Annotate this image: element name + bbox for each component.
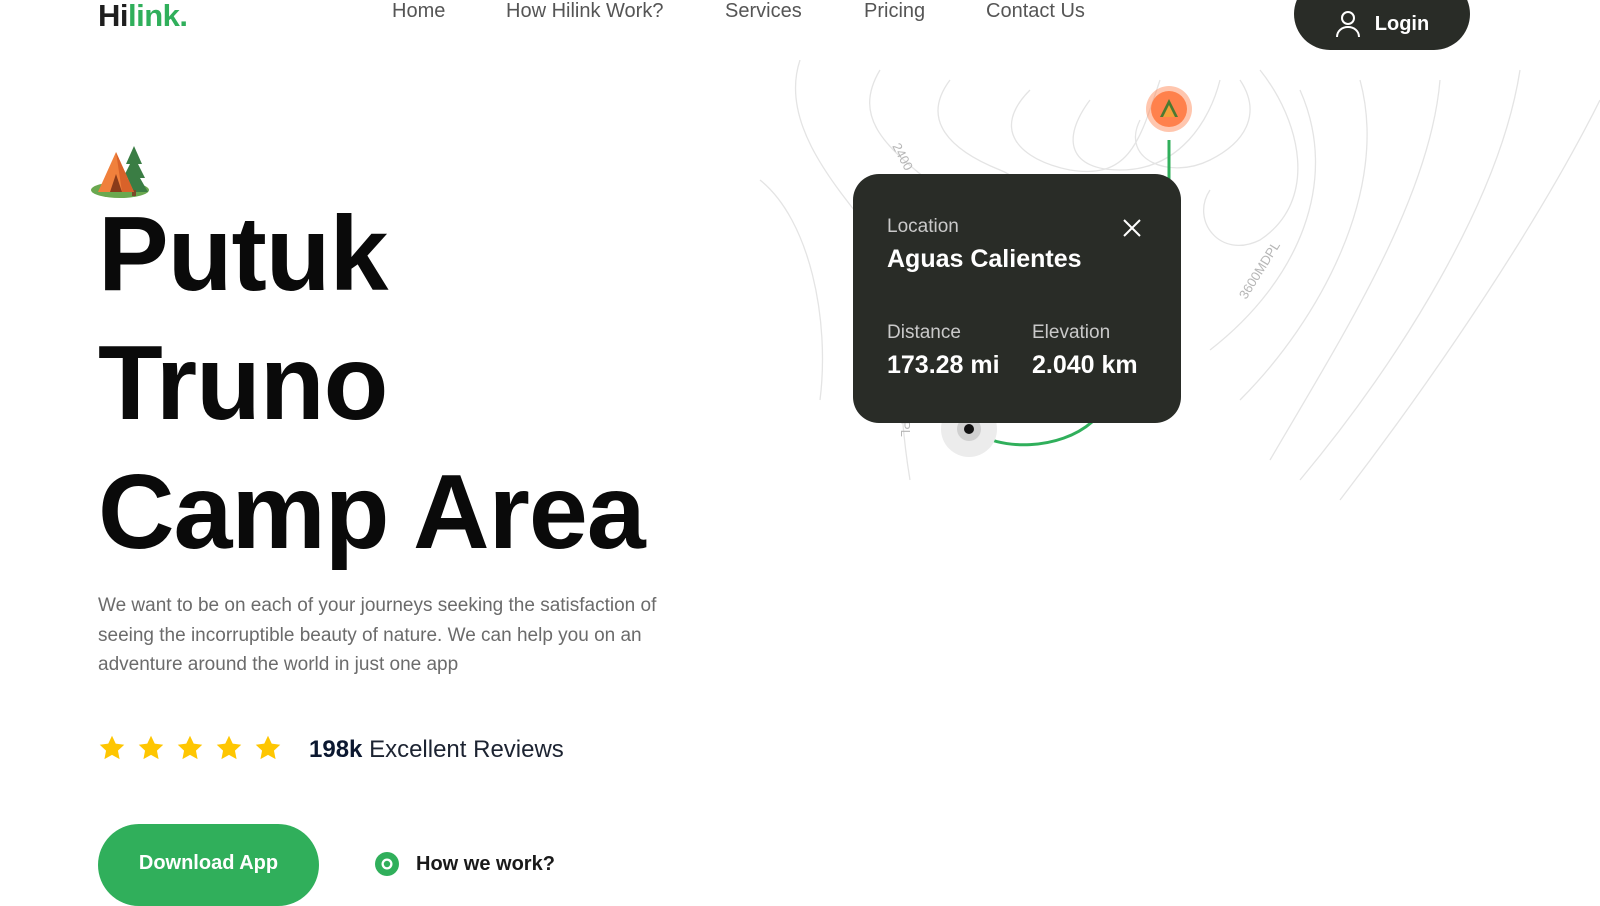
hero-description: We want to be on each of your journeys s… — [98, 595, 657, 675]
rating-stars — [98, 734, 282, 762]
reviews-count: 198k — [309, 736, 363, 763]
hero-title-line-2: Truno — [98, 324, 388, 442]
nav-pricing[interactable]: Pricing — [864, 0, 925, 23]
distance-value: 173.28 mi — [887, 351, 1000, 379]
star-icon — [216, 735, 242, 760]
nav-how-hilink-work[interactable]: How Hilink Work? — [506, 0, 663, 23]
logo-part-2: link. — [128, 0, 188, 33]
nav-home[interactable]: Home — [392, 0, 445, 23]
destination-pin-icon — [1146, 86, 1192, 132]
play-icon — [375, 852, 399, 876]
how-we-work-label: How we work? — [416, 852, 555, 875]
login-label: Login — [1374, 12, 1430, 35]
contour-label-pl: PL — [898, 421, 913, 437]
location-value: Aguas Calientes — [887, 245, 1082, 273]
how-we-work-link[interactable]: How we work? — [374, 851, 555, 877]
hero-title-line-3: Camp Area — [98, 453, 646, 571]
location-card: Location Aguas Calientes Distance 173.28… — [853, 174, 1181, 423]
star-icon — [255, 735, 281, 760]
login-button[interactable]: Login — [1294, 0, 1470, 50]
hero-title-line-1: Putuk — [98, 195, 388, 313]
user-icon — [1335, 11, 1360, 38]
star-icon — [99, 735, 125, 760]
location-label: Location — [887, 216, 959, 237]
reviews-summary: 198k Excellent Reviews — [309, 736, 564, 764]
reviews-label: Excellent Reviews — [369, 736, 564, 763]
star-icon — [177, 735, 203, 760]
contour-label-3600mdpl: 3600MDPL — [1236, 238, 1283, 301]
star-icon — [138, 735, 164, 760]
logo[interactable]: Hilink. — [98, 0, 188, 34]
distance-label: Distance — [887, 322, 961, 343]
close-icon[interactable] — [1121, 217, 1143, 239]
nav-contact-us[interactable]: Contact Us — [986, 0, 1085, 23]
nav-services[interactable]: Services — [725, 0, 802, 23]
hero-title: Putuk Truno Camp Area — [98, 190, 646, 577]
download-app-button[interactable]: Download App — [98, 824, 319, 906]
elevation-label: Elevation — [1032, 322, 1111, 343]
elevation-value: 2.040 km — [1032, 351, 1138, 379]
logo-part-1: Hi — [98, 0, 129, 33]
